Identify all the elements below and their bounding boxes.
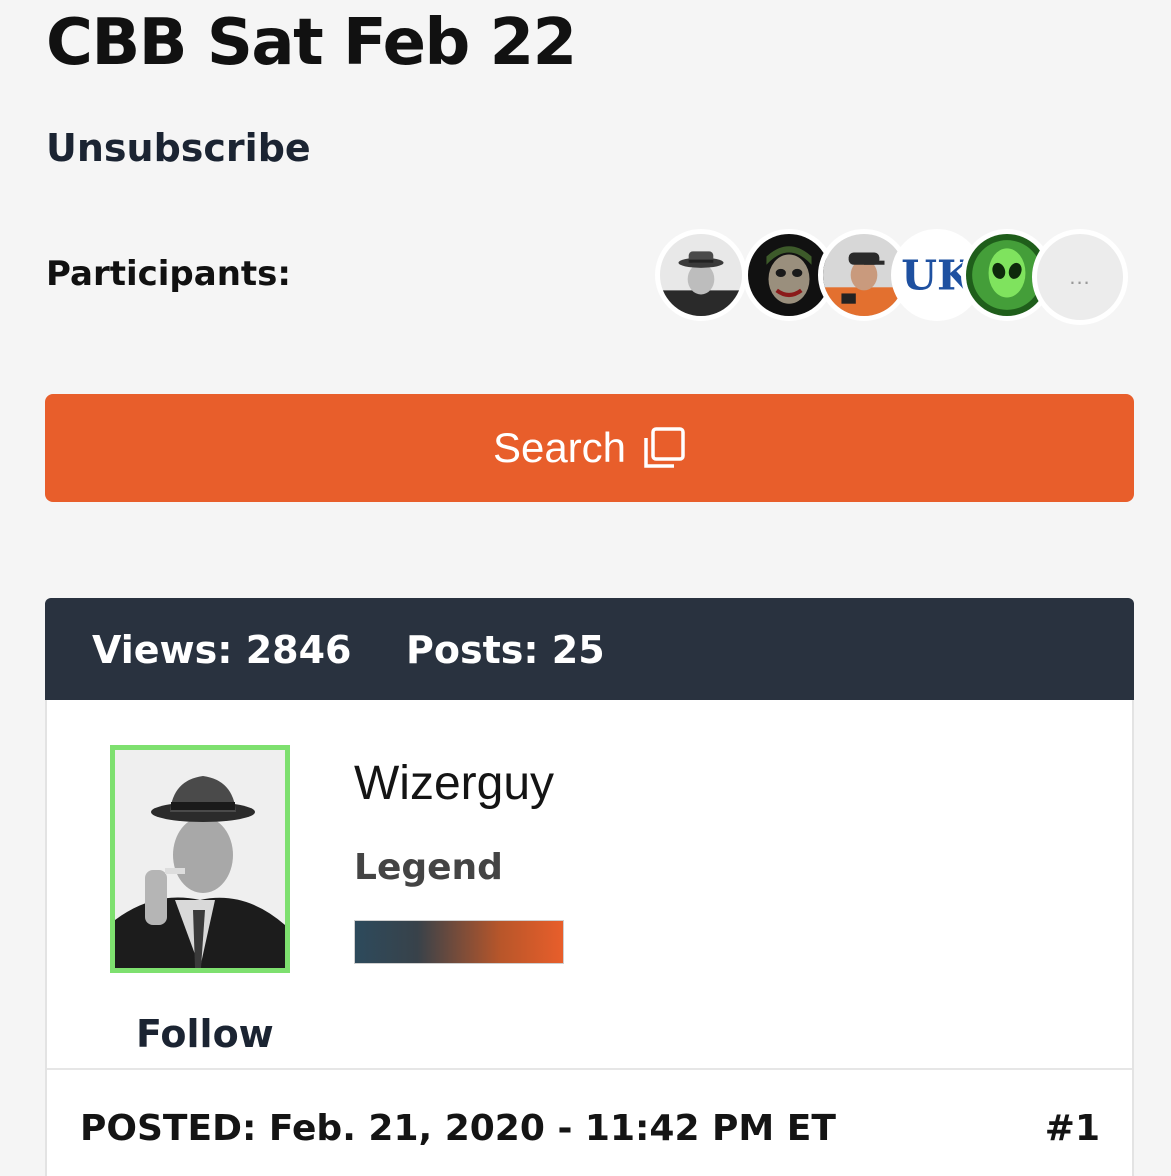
post-timestamp: POSTED: Feb. 21, 2020 - 11:42 PM ET	[80, 1108, 836, 1149]
participant-avatar-fedora[interactable]	[655, 229, 747, 321]
search-button[interactable]: Search	[45, 394, 1134, 502]
thread-stats-bar: Views: 2846 Posts: 25	[45, 598, 1134, 700]
post-number-link[interactable]: #1	[1045, 1108, 1100, 1149]
post-author-name[interactable]: Wizerguy	[354, 756, 554, 811]
search-button-label: Search	[492, 424, 627, 471]
thread-title: CBB Sat Feb 22	[46, 6, 577, 80]
unsubscribe-link[interactable]: Unsubscribe	[46, 126, 311, 170]
follow-button[interactable]: Follow	[136, 1012, 274, 1056]
post-divider	[47, 1068, 1132, 1070]
user-avatar[interactable]	[110, 745, 290, 973]
external-link-icon	[642, 426, 686, 470]
participants-avatars: UK ...	[655, 229, 1135, 329]
participants-more-label: ...	[1069, 264, 1091, 289]
views-count: Views: 2846	[92, 628, 352, 672]
posts-count: Posts: 25	[406, 628, 605, 672]
participants-more-button[interactable]: ...	[1032, 229, 1128, 325]
user-rank: Legend	[354, 847, 503, 888]
thread-page: CBB Sat Feb 22 Unsubscribe Participants:	[0, 0, 1171, 1176]
rank-progress-bar	[354, 920, 564, 964]
post-card: Views: 2846 Posts: 25 Wizerguy Legend Fo…	[45, 598, 1134, 1176]
participants-label: Participants:	[46, 254, 292, 294]
